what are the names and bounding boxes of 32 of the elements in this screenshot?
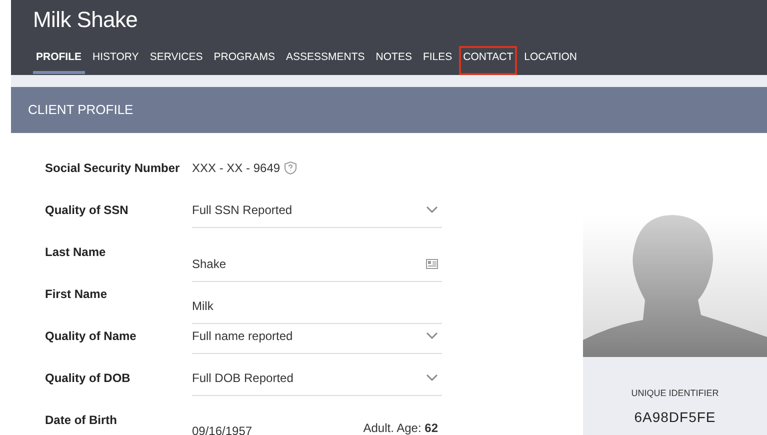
chevron-down-icon	[426, 332, 438, 340]
select-field[interactable]: Full name reported	[192, 327, 442, 354]
date-field[interactable]: 09/16/1957	[192, 422, 252, 435]
field-label: Quality of DOB	[45, 370, 132, 387]
nav-tab[interactable]: CONTACT	[460, 47, 516, 74]
field-label: Last Name	[45, 244, 107, 261]
field-label: Date of Birth	[45, 412, 118, 429]
chevron-down-icon	[426, 374, 438, 382]
id-card-icon	[426, 259, 438, 269]
nav-tab[interactable]: ASSESSMENTS	[283, 47, 368, 74]
age-text: Adult. Age: 62	[363, 420, 438, 435]
nav-tab[interactable]: SERVICES	[146, 47, 206, 74]
identifier-label: UNIQUE IDENTIFIER	[631, 387, 719, 400]
shield-question-icon	[284, 161, 298, 175]
chevron-down-icon	[426, 206, 438, 214]
nav-tab[interactable]: NOTES	[372, 47, 415, 74]
field-value: XXX - XX - 9649	[192, 160, 280, 177]
field-label: Quality of Name	[45, 328, 138, 345]
field-label: Quality of SSN	[45, 202, 130, 219]
select-field[interactable]: Full SSN Reported	[192, 201, 442, 228]
nav-tab[interactable]: FILES	[420, 47, 456, 74]
nav-tab[interactable]: PROGRAMS	[210, 47, 278, 74]
nav-tab[interactable]: HISTORY	[90, 47, 142, 74]
input-field[interactable]: Milk	[192, 297, 442, 324]
identifier-value: 6A98DF5FE	[634, 408, 716, 426]
client-name: Milk Shake	[33, 9, 139, 31]
input-field[interactable]: Shake	[192, 255, 442, 282]
nav-tab[interactable]: LOCATION	[521, 47, 580, 74]
field-label: Social Security Number	[45, 160, 181, 177]
field-label: First Name	[45, 286, 108, 303]
section-title: CLIENT PROFILE	[28, 101, 134, 120]
select-field[interactable]: Full DOB Reported	[192, 369, 442, 396]
